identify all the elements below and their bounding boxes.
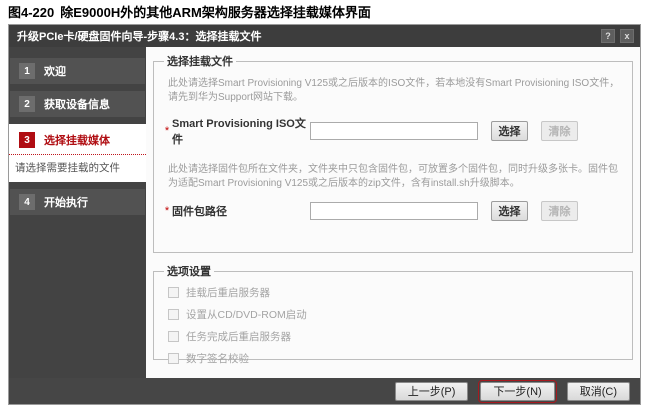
- step-number-badge: 3: [19, 132, 35, 148]
- step-label: 选择挂载媒体: [44, 132, 110, 148]
- figure-caption: 图4-220 除E9000H外的其他ARM架构服务器选择挂载媒体界面: [8, 2, 371, 21]
- step-item-welcome[interactable]: 1 欢迎: [10, 58, 145, 84]
- step-number-badge: 4: [19, 194, 35, 210]
- step-item-execute[interactable]: 4 开始执行: [10, 189, 145, 215]
- checkbox-row-signature-verify: 数字签名校验: [162, 347, 624, 369]
- boot-from-cdrom-checkbox: [168, 309, 179, 320]
- option-settings-group-title: 选项设置: [164, 263, 214, 279]
- firmware-field-row: * 固件包路径 选择 清除: [162, 201, 624, 221]
- signature-verify-checkbox: [168, 353, 179, 364]
- active-step-subtitle: 请选择需要挂载的文件: [9, 155, 146, 182]
- iso-field-label: Smart Provisioning ISO文件: [172, 115, 310, 147]
- previous-step-button[interactable]: 上一步(P): [395, 382, 469, 401]
- required-asterisk: *: [162, 125, 172, 137]
- restart-after-task-checkbox: [168, 331, 179, 342]
- active-step-header: 3 选择挂载媒体: [9, 130, 146, 155]
- dialog-body: 1 欢迎 2 获取设备信息 3 选择挂载媒体 请选择需要挂载的文件 4 开始执行: [9, 47, 640, 378]
- step-item-select-media-active[interactable]: 3 选择挂载媒体 请选择需要挂载的文件: [9, 124, 146, 182]
- close-icon[interactable]: x: [620, 29, 634, 43]
- iso-file-input[interactable]: [310, 122, 478, 140]
- checkbox-label: 数字签名校验: [186, 351, 249, 366]
- checkbox-row-boot-from-cdrom: 设置从CD/DVD-ROM启动: [162, 303, 624, 325]
- firmware-clear-button: 清除: [541, 201, 578, 221]
- firmware-path-input[interactable]: [310, 202, 478, 220]
- checkbox-label: 设置从CD/DVD-ROM启动: [186, 307, 307, 322]
- wizard-steps-sidebar: 1 欢迎 2 获取设备信息 3 选择挂载媒体 请选择需要挂载的文件 4 开始执行: [9, 47, 146, 378]
- checkbox-label: 挂载后重启服务器: [186, 285, 270, 300]
- iso-field-row: * Smart Provisioning ISO文件 选择 清除: [162, 115, 624, 147]
- restart-after-mount-checkbox: [168, 287, 179, 298]
- iso-clear-button: 清除: [541, 121, 578, 141]
- checkbox-label: 任务完成后重启服务器: [186, 329, 291, 344]
- select-mount-file-group: 选择挂载文件 此处请选择Smart Provisioning V125或之后版本…: [153, 53, 633, 253]
- firmware-select-button[interactable]: 选择: [491, 201, 528, 221]
- next-step-button[interactable]: 下一步(N): [480, 382, 554, 401]
- iso-description: 此处请选择Smart Provisioning V125或之后版本的ISO文件，…: [162, 71, 624, 109]
- content-panel: 选择挂载文件 此处请选择Smart Provisioning V125或之后版本…: [146, 47, 640, 378]
- help-icon[interactable]: ?: [601, 29, 615, 43]
- step-label: 获取设备信息: [44, 96, 110, 112]
- step-label: 开始执行: [44, 194, 88, 210]
- step-number-badge: 2: [19, 96, 35, 112]
- firmware-description: 此处请选择固件包所在文件夹，文件夹中只包含固件包，可放置多个固件包，同时升级多张…: [162, 157, 624, 195]
- step-number-badge: 1: [19, 63, 35, 79]
- step-label: 欢迎: [44, 63, 66, 79]
- figure-title: 除E9000H外的其他ARM架构服务器选择挂载媒体界面: [60, 5, 371, 20]
- option-settings-group: 选项设置 挂载后重启服务器 设置从CD/DVD-ROM启动 任务完成后重启服务器…: [153, 263, 633, 360]
- cancel-button[interactable]: 取消(C): [567, 382, 630, 401]
- step-item-device-info[interactable]: 2 获取设备信息: [10, 91, 145, 117]
- wizard-dialog: 升级PCIe卡/硬盘固件向导-步骤4.3：选择挂载文件 ? x 1 欢迎 2 获…: [8, 24, 641, 405]
- dialog-title: 升级PCIe卡/硬盘固件向导-步骤4.3：选择挂载文件: [17, 28, 596, 44]
- checkbox-row-restart-after-mount: 挂载后重启服务器: [162, 281, 624, 303]
- figure-number: 图4-220: [8, 5, 54, 20]
- dialog-footer: 上一步(P) 下一步(N) 取消(C): [9, 378, 640, 404]
- dialog-titlebar: 升级PCIe卡/硬盘固件向导-步骤4.3：选择挂载文件 ? x: [9, 25, 640, 47]
- checkbox-row-restart-after-task: 任务完成后重启服务器: [162, 325, 624, 347]
- select-mount-file-group-title: 选择挂载文件: [164, 53, 236, 69]
- iso-select-button[interactable]: 选择: [491, 121, 528, 141]
- required-asterisk: *: [162, 205, 172, 217]
- firmware-path-label: 固件包路径: [172, 203, 310, 219]
